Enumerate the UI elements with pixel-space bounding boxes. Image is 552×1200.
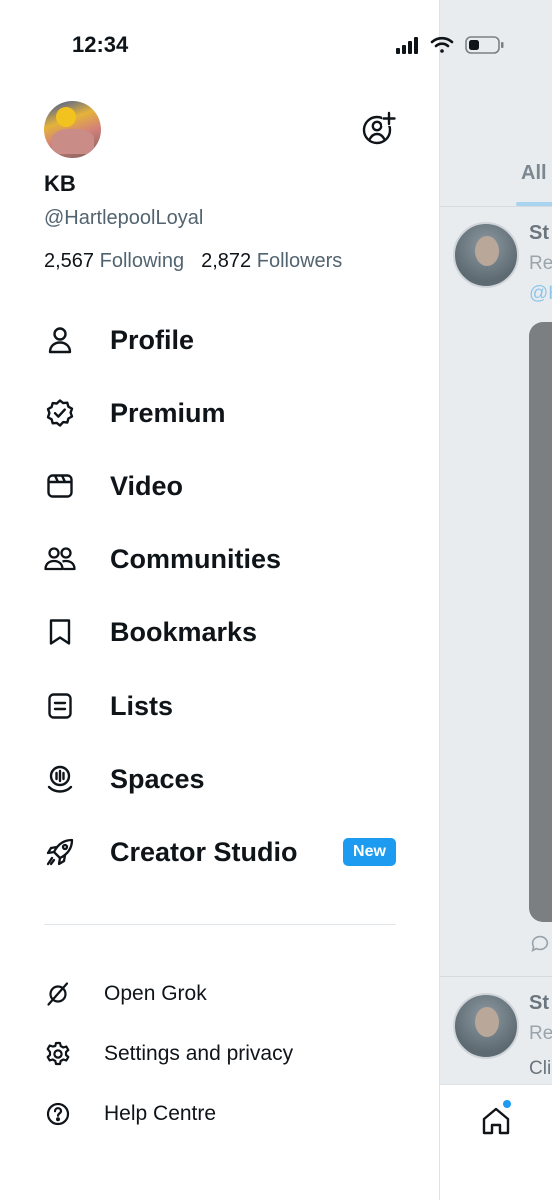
post-author-name: St	[529, 222, 549, 244]
rocket-icon	[44, 836, 76, 868]
menu-item-open-grok[interactable]: Open Grok	[44, 978, 207, 1010]
user-handle[interactable]: @HartlepoolLoyal	[44, 207, 203, 230]
menu-item-video[interactable]: Video	[44, 466, 183, 506]
follow-stats: 2,567 Following 2,872 Followers	[44, 250, 342, 273]
menu-label: Spaces	[110, 764, 205, 794]
menu-item-spaces[interactable]: Spaces	[44, 759, 205, 799]
post-text: Cli	[529, 1058, 552, 1079]
menu-divider	[44, 924, 396, 925]
menu-item-lists[interactable]: Lists	[44, 686, 173, 726]
menu-label: Communities	[110, 544, 282, 574]
menu-item-bookmarks[interactable]: Bookmarks	[44, 612, 257, 652]
status-icons	[396, 36, 504, 54]
following-count: 2,567	[44, 250, 95, 272]
feed-divider	[440, 976, 552, 977]
spaces-icon	[44, 763, 76, 795]
post-mention-link[interactable]: @H	[529, 283, 552, 305]
menu-label: Settings and privacy	[104, 1042, 294, 1065]
post-author-avatar[interactable]	[453, 222, 519, 288]
post-reply-meta: Re	[529, 253, 552, 274]
cellular-signal-icon	[396, 37, 418, 54]
following-link[interactable]: 2,567 Following	[44, 250, 184, 272]
menu-item-profile[interactable]: Profile	[44, 320, 194, 360]
menu-label: Profile	[110, 325, 195, 355]
menu-label: Bookmarks	[110, 617, 258, 647]
menu-label: Open Grok	[104, 982, 207, 1005]
feed-divider	[440, 206, 552, 207]
menu-item-premium[interactable]: Premium	[44, 393, 226, 433]
feed-tab-all[interactable]: All	[521, 162, 547, 185]
person-icon	[44, 324, 76, 356]
avatar[interactable]	[44, 101, 101, 158]
menu-item-help-centre[interactable]: Help Centre	[44, 1098, 216, 1130]
video-icon	[44, 470, 76, 502]
new-badge: New	[343, 838, 396, 866]
bottom-navigation	[440, 1084, 552, 1200]
grok-icon	[44, 980, 72, 1008]
menu-item-communities[interactable]: Communities	[44, 539, 281, 579]
status-time: 12:34	[72, 32, 129, 57]
menu-item-creator-studio[interactable]: Creator Studio	[44, 832, 298, 872]
menu-label: Creator Studio	[110, 837, 298, 867]
post-author-avatar[interactable]	[453, 993, 519, 1059]
menu-label: Help Centre	[104, 1102, 217, 1125]
verified-badge-icon	[44, 397, 76, 429]
menu-label: Video	[110, 471, 184, 501]
help-icon	[44, 1100, 72, 1128]
communities-icon	[44, 543, 76, 575]
followers-count: 2,872	[201, 250, 252, 272]
notification-dot	[503, 1100, 511, 1108]
battery-icon	[465, 36, 504, 54]
following-label: Following	[99, 250, 185, 272]
bookmark-icon	[44, 616, 76, 648]
menu-label: Premium	[110, 398, 226, 428]
post-author-name: St	[529, 992, 549, 1014]
background-feed: All St Re @H St Re Cli	[439, 0, 552, 1200]
menu-label: Lists	[110, 691, 174, 721]
list-icon	[44, 690, 76, 722]
post-media[interactable]	[529, 322, 552, 922]
reply-icon[interactable]	[529, 933, 551, 955]
home-icon[interactable]	[480, 1105, 512, 1137]
followers-label: Followers	[256, 250, 343, 272]
display-name[interactable]: KB	[44, 171, 76, 197]
post-reply-meta: Re	[529, 1023, 552, 1044]
wifi-icon	[430, 36, 454, 53]
followers-link[interactable]: 2,872 Followers	[201, 250, 342, 272]
add-account-icon[interactable]	[360, 111, 396, 147]
menu-item-settings[interactable]: Settings and privacy	[44, 1038, 293, 1070]
gear-icon	[44, 1040, 72, 1068]
